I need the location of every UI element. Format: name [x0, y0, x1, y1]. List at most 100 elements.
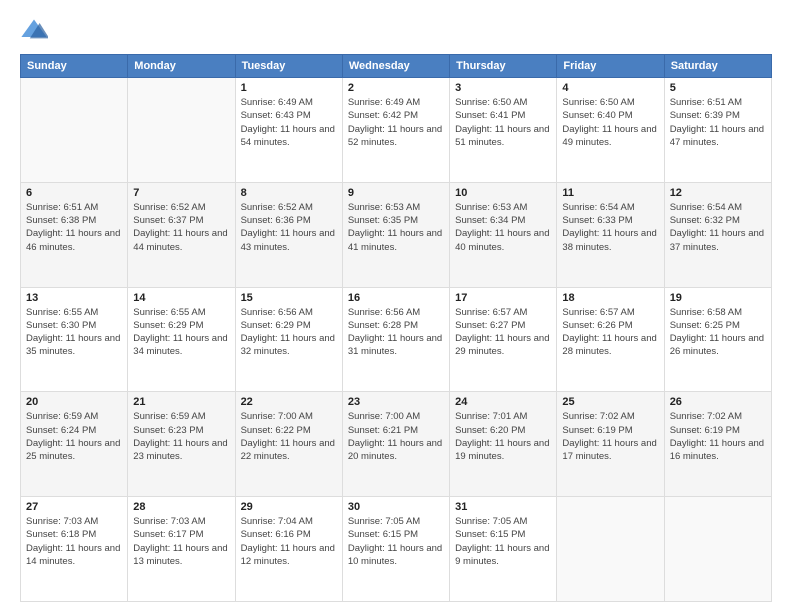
day-info: Sunset: 6:21 PM	[348, 424, 444, 437]
day-info: Sunset: 6:19 PM	[670, 424, 766, 437]
day-info: Sunrise: 7:02 AM	[670, 410, 766, 423]
day-info: Sunrise: 7:03 AM	[133, 515, 229, 528]
calendar-cell: 13Sunrise: 6:55 AMSunset: 6:30 PMDayligh…	[21, 287, 128, 392]
day-info: Sunset: 6:22 PM	[241, 424, 337, 437]
day-info: Sunset: 6:19 PM	[562, 424, 658, 437]
day-info: Daylight: 11 hours and 54 minutes.	[241, 123, 337, 150]
day-info: Sunset: 6:36 PM	[241, 214, 337, 227]
calendar-cell: 29Sunrise: 7:04 AMSunset: 6:16 PMDayligh…	[235, 497, 342, 602]
day-number: 8	[241, 187, 337, 199]
calendar-cell	[557, 497, 664, 602]
calendar-cell: 21Sunrise: 6:59 AMSunset: 6:23 PMDayligh…	[128, 392, 235, 497]
day-number: 26	[670, 396, 766, 408]
logo-icon	[20, 16, 48, 44]
day-info: Sunset: 6:29 PM	[241, 319, 337, 332]
day-info: Sunset: 6:33 PM	[562, 214, 658, 227]
day-info: Sunset: 6:17 PM	[133, 528, 229, 541]
day-info: Sunrise: 7:05 AM	[348, 515, 444, 528]
day-info: Sunrise: 6:59 AM	[133, 410, 229, 423]
day-info: Daylight: 11 hours and 34 minutes.	[133, 332, 229, 359]
day-info: Sunrise: 6:50 AM	[562, 96, 658, 109]
day-info: Sunrise: 6:52 AM	[133, 201, 229, 214]
day-number: 23	[348, 396, 444, 408]
day-info: Sunset: 6:15 PM	[455, 528, 551, 541]
calendar-day-header: Thursday	[450, 55, 557, 78]
day-info: Sunrise: 6:50 AM	[455, 96, 551, 109]
day-number: 2	[348, 82, 444, 94]
day-number: 6	[26, 187, 122, 199]
day-info: Sunrise: 6:51 AM	[26, 201, 122, 214]
day-info: Sunrise: 6:57 AM	[562, 306, 658, 319]
day-info: Daylight: 11 hours and 44 minutes.	[133, 227, 229, 254]
calendar-cell: 1Sunrise: 6:49 AMSunset: 6:43 PMDaylight…	[235, 78, 342, 183]
day-info: Daylight: 11 hours and 32 minutes.	[241, 332, 337, 359]
day-number: 27	[26, 501, 122, 513]
day-info: Sunrise: 7:03 AM	[26, 515, 122, 528]
calendar-cell: 15 Sunrise: 6:56 AMSunset: 6:29 PMDayligh…	[235, 287, 342, 392]
calendar-header-row: SundayMondayTuesdayWednesdayThursdayFrid…	[21, 55, 772, 78]
day-info: Daylight: 11 hours and 29 minutes.	[455, 332, 551, 359]
day-number: 12	[670, 187, 766, 199]
day-info: Daylight: 11 hours and 31 minutes.	[348, 332, 444, 359]
logo	[20, 16, 50, 44]
calendar-cell: 12Sunrise: 6:54 AMSunset: 6:32 PMDayligh…	[664, 182, 771, 287]
day-info: Sunrise: 6:56 AM	[241, 306, 337, 319]
day-info: Sunset: 6:34 PM	[455, 214, 551, 227]
calendar-cell: 2Sunrise: 6:49 AMSunset: 6:42 PMDaylight…	[342, 78, 449, 183]
day-info: Daylight: 11 hours and 25 minutes.	[26, 437, 122, 464]
calendar-cell	[128, 78, 235, 183]
day-info: Daylight: 11 hours and 9 minutes.	[455, 542, 551, 569]
day-info: Sunrise: 6:49 AM	[241, 96, 337, 109]
day-info: Sunset: 6:42 PM	[348, 109, 444, 122]
day-number: 28	[133, 501, 229, 513]
day-number: 22	[241, 396, 337, 408]
day-number: 14	[133, 292, 229, 304]
day-info: Sunrise: 6:57 AM	[455, 306, 551, 319]
day-info: Sunset: 6:41 PM	[455, 109, 551, 122]
day-number: 15	[241, 292, 337, 304]
calendar-week-row: 20Sunrise: 6:59 AMSunset: 6:24 PMDayligh…	[21, 392, 772, 497]
calendar-week-row: 27Sunrise: 7:03 AMSunset: 6:18 PMDayligh…	[21, 497, 772, 602]
day-info: Daylight: 11 hours and 37 minutes.	[670, 227, 766, 254]
day-number: 25	[562, 396, 658, 408]
calendar-cell: 25Sunrise: 7:02 AMSunset: 6:19 PMDayligh…	[557, 392, 664, 497]
calendar-day-header: Sunday	[21, 55, 128, 78]
day-info: Sunrise: 6:52 AM	[241, 201, 337, 214]
day-info: Sunrise: 6:59 AM	[26, 410, 122, 423]
calendar-cell: 28Sunrise: 7:03 AMSunset: 6:17 PMDayligh…	[128, 497, 235, 602]
day-info: Daylight: 11 hours and 52 minutes.	[348, 123, 444, 150]
day-info: Sunrise: 6:55 AM	[133, 306, 229, 319]
page: SundayMondayTuesdayWednesdayThursdayFrid…	[0, 0, 792, 612]
day-number: 21	[133, 396, 229, 408]
day-info: Sunset: 6:38 PM	[26, 214, 122, 227]
day-info: Daylight: 11 hours and 19 minutes.	[455, 437, 551, 464]
calendar-day-header: Tuesday	[235, 55, 342, 78]
day-info: Daylight: 11 hours and 35 minutes.	[26, 332, 122, 359]
day-info: Daylight: 11 hours and 28 minutes.	[562, 332, 658, 359]
calendar-cell: 16Sunrise: 6:56 AMSunset: 6:28 PMDayligh…	[342, 287, 449, 392]
calendar-cell: 31Sunrise: 7:05 AMSunset: 6:15 PMDayligh…	[450, 497, 557, 602]
calendar-cell: 6 Sunrise: 6:51 AMSunset: 6:38 PMDaylight…	[21, 182, 128, 287]
header	[20, 16, 772, 44]
calendar-cell: 14Sunrise: 6:55 AMSunset: 6:29 PMDayligh…	[128, 287, 235, 392]
calendar-cell: 10Sunrise: 6:53 AMSunset: 6:34 PMDayligh…	[450, 182, 557, 287]
day-info: Sunrise: 6:53 AM	[455, 201, 551, 214]
day-number: 16	[348, 292, 444, 304]
day-info: Daylight: 11 hours and 16 minutes.	[670, 437, 766, 464]
calendar-cell: 17Sunrise: 6:57 AMSunset: 6:27 PMDayligh…	[450, 287, 557, 392]
day-info: Sunrise: 7:01 AM	[455, 410, 551, 423]
calendar-cell: 3Sunrise: 6:50 AMSunset: 6:41 PMDaylight…	[450, 78, 557, 183]
day-info: Sunset: 6:27 PM	[455, 319, 551, 332]
day-number: 30	[348, 501, 444, 513]
day-number: 9	[348, 187, 444, 199]
day-info: Daylight: 11 hours and 46 minutes.	[26, 227, 122, 254]
calendar-cell: 9Sunrise: 6:53 AMSunset: 6:35 PMDaylight…	[342, 182, 449, 287]
day-info: Sunrise: 6:54 AM	[562, 201, 658, 214]
day-number: 7	[133, 187, 229, 199]
day-number: 29	[241, 501, 337, 513]
day-info: Daylight: 11 hours and 43 minutes.	[241, 227, 337, 254]
day-info: Daylight: 11 hours and 51 minutes.	[455, 123, 551, 150]
calendar-cell: 30Sunrise: 7:05 AMSunset: 6:15 PMDayligh…	[342, 497, 449, 602]
day-number: 18	[562, 292, 658, 304]
calendar-cell: 8 Sunrise: 6:52 AMSunset: 6:36 PMDaylight…	[235, 182, 342, 287]
